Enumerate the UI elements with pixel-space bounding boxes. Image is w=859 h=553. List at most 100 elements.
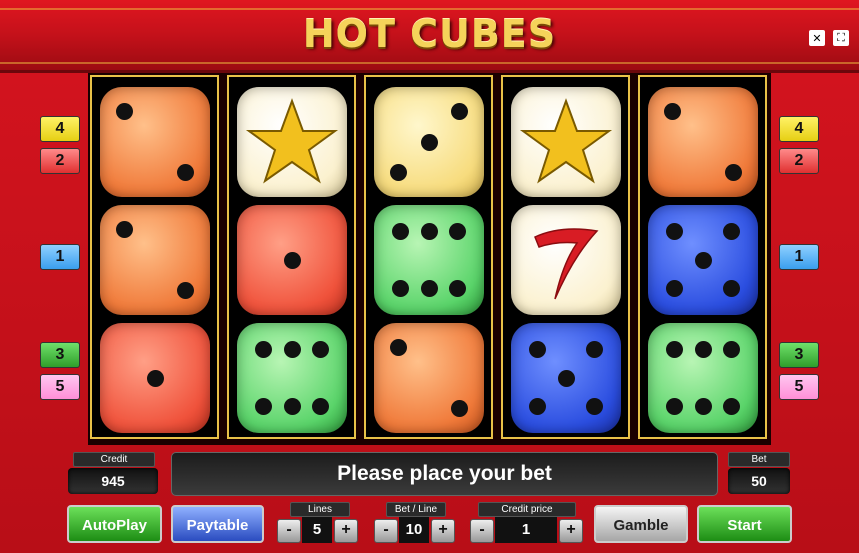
cube-five-blue: [648, 205, 758, 315]
pip-icon: [177, 164, 195, 182]
pip-icon: [254, 398, 272, 416]
lines-minus-button[interactable]: -: [277, 519, 301, 543]
cube-seven-cream: [511, 205, 621, 315]
cube-five-blue: [511, 323, 621, 433]
pip-icon: [391, 222, 409, 240]
pip-icon: [723, 280, 741, 298]
pip-icon: [283, 340, 301, 358]
reel-5: [638, 75, 767, 439]
credit-price-value: 1: [495, 517, 557, 543]
pip-icon: [146, 369, 164, 387]
cube-six-green: [237, 323, 347, 433]
reel-3: [364, 75, 493, 439]
star-icon: [519, 98, 613, 184]
pip-icon: [723, 222, 741, 240]
pip-icon: [723, 398, 741, 416]
pip-icon: [451, 400, 469, 418]
lines-value: 5: [302, 517, 332, 543]
cube-six-green: [374, 205, 484, 315]
seven-icon: [534, 228, 599, 300]
cube-one-red: [100, 323, 210, 433]
title-bar: HOT CUBES ✕ ⛶: [0, 0, 859, 73]
cube-star-cream: [511, 87, 621, 197]
reels-area: [88, 73, 771, 445]
cube-star-cream: [237, 87, 347, 197]
line-badge-left-4: 4: [40, 116, 80, 142]
pip-icon: [528, 398, 546, 416]
pip-icon: [725, 164, 743, 182]
line-badge-left-2: 2: [40, 148, 80, 174]
reel-1: [90, 75, 219, 439]
pip-icon: [665, 222, 683, 240]
bet-label: Bet: [728, 452, 790, 467]
pip-icon: [528, 340, 546, 358]
start-button[interactable]: Start: [697, 505, 792, 543]
star-icon: [245, 98, 339, 184]
credit-label: Credit: [73, 452, 155, 467]
pip-icon: [449, 222, 467, 240]
pip-icon: [389, 164, 407, 182]
pip-icon: [694, 398, 712, 416]
pip-icon: [694, 340, 712, 358]
pip-icon: [586, 398, 604, 416]
pip-icon: [451, 102, 469, 120]
bet-line-value: 10: [399, 517, 429, 543]
pip-icon: [115, 102, 133, 120]
pip-icon: [694, 251, 712, 269]
fullscreen-icon[interactable]: ⛶: [833, 30, 849, 46]
pip-icon: [283, 251, 301, 269]
pip-icon: [420, 280, 438, 298]
pip-icon: [665, 280, 683, 298]
credit-value: 945: [68, 468, 158, 494]
pip-icon: [723, 340, 741, 358]
pip-icon: [254, 340, 272, 358]
autoplay-button[interactable]: AutoPlay: [67, 505, 162, 543]
credit-price-plus-button[interactable]: +: [559, 519, 583, 543]
line-badge-right-4: 4: [779, 116, 819, 142]
pip-icon: [420, 133, 438, 151]
pip-icon: [665, 340, 683, 358]
pip-icon: [391, 280, 409, 298]
pip-icon: [312, 398, 330, 416]
lines-plus-button[interactable]: +: [334, 519, 358, 543]
pip-icon: [312, 340, 330, 358]
status-message: Please place your bet: [171, 452, 718, 496]
pip-icon: [115, 220, 133, 238]
lines-label: Lines: [290, 502, 350, 517]
cube-two-orange: [648, 87, 758, 197]
pip-icon: [420, 222, 438, 240]
gamble-button[interactable]: Gamble: [594, 505, 688, 543]
no-sound-icon[interactable]: ✕: [809, 30, 825, 46]
cube-six-green: [648, 323, 758, 433]
pip-icon: [449, 280, 467, 298]
line-badge-right-5: 5: [779, 374, 819, 400]
bet-line-minus-button[interactable]: -: [374, 519, 398, 543]
pip-icon: [586, 340, 604, 358]
game-page: HOT CUBES ✕ ⛶ 4 2 1 3 5 4 2 1 3 5 Credit…: [0, 0, 859, 553]
line-badge-right-1: 1: [779, 244, 819, 270]
line-badge-left-3: 3: [40, 342, 80, 368]
cube-two-orange: [100, 87, 210, 197]
pip-icon: [283, 398, 301, 416]
line-badge-left-5: 5: [40, 374, 80, 400]
bet-value: 50: [728, 468, 790, 494]
reel-4: [501, 75, 630, 439]
line-badge-left-1: 1: [40, 244, 80, 270]
pip-icon: [177, 282, 195, 300]
cube-two-orange: [100, 205, 210, 315]
pip-icon: [663, 102, 681, 120]
line-badge-right-3: 3: [779, 342, 819, 368]
bet-line-label: Bet / Line: [386, 502, 446, 517]
paytable-button[interactable]: Paytable: [171, 505, 264, 543]
cube-one-red: [237, 205, 347, 315]
bet-line-plus-button[interactable]: +: [431, 519, 455, 543]
pip-icon: [665, 398, 683, 416]
line-badge-right-2: 2: [779, 148, 819, 174]
reel-2: [227, 75, 356, 439]
cube-three-yellow: [374, 87, 484, 197]
pip-icon: [389, 338, 407, 356]
credit-price-label: Credit price: [478, 502, 576, 517]
credit-price-minus-button[interactable]: -: [470, 519, 494, 543]
cube-two-orange: [374, 323, 484, 433]
game-title: HOT CUBES: [302, 12, 557, 56]
